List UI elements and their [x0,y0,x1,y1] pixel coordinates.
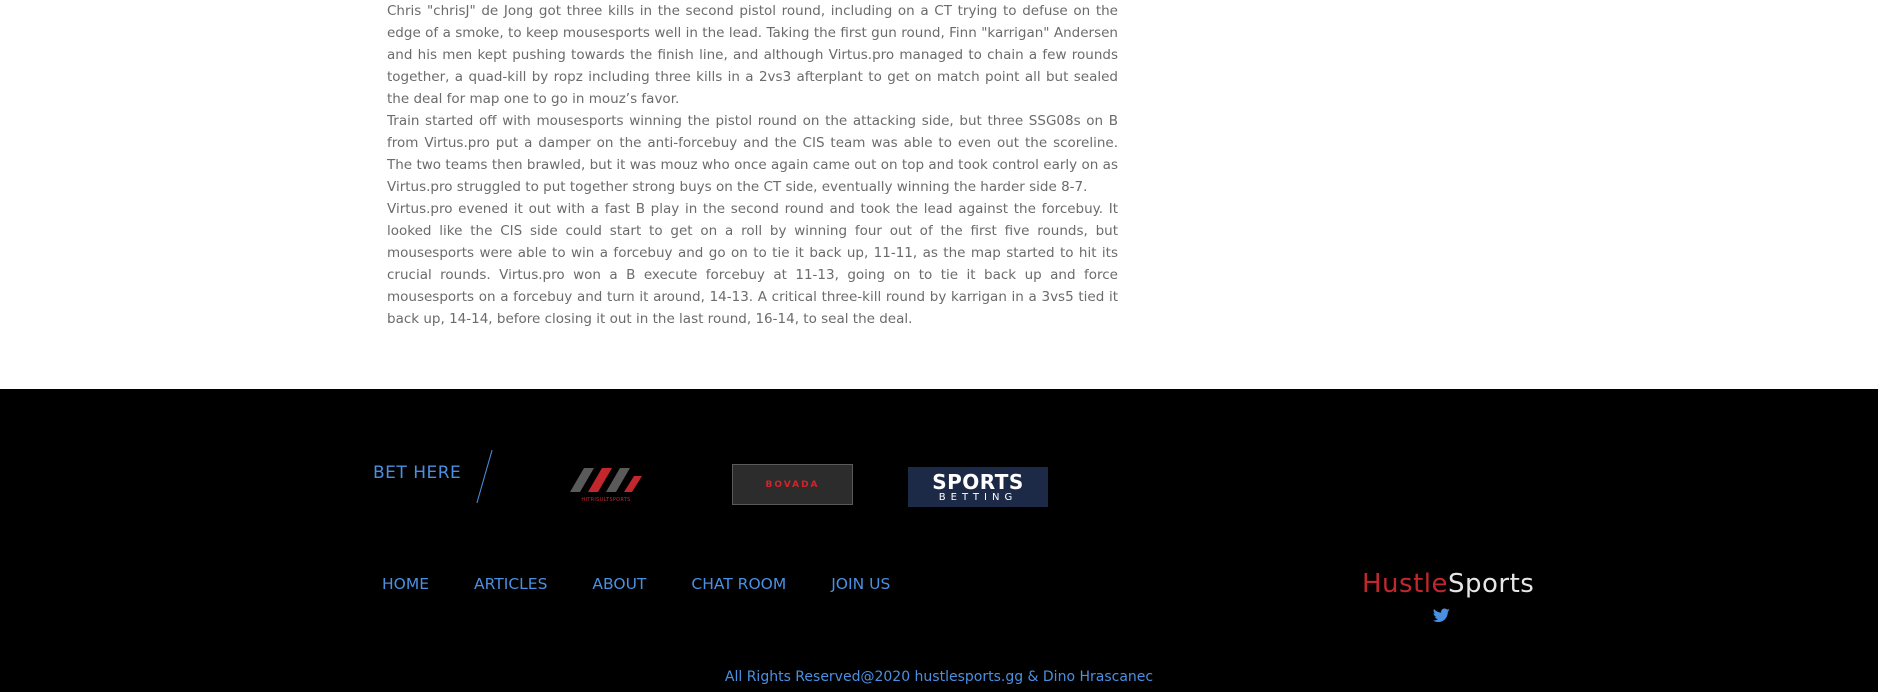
nav-articles[interactable]: ARTICLES [474,575,547,593]
sportsbetting-logo-top: SPORTS [932,469,1024,494]
bovada-logo-text: BOVADA [765,479,820,490]
bet-divider [476,449,493,504]
nav-chat-room[interactable]: CHAT ROOM [691,575,786,593]
hitrisult-logo-text: HITRISULTSPORTS [581,496,631,503]
article-body: Chris "chrisJ" de Jong got three kills i… [387,0,1118,330]
sponsor-logo-bovada[interactable]: BOVADA [732,464,853,505]
nav-join-us[interactable]: JOIN US [831,575,890,593]
brand-sports: Sports [1448,569,1535,599]
article-paragraph-1: Chris "chrisJ" de Jong got three kills i… [387,3,1118,107]
brand-logo[interactable]: HustleSports [1362,569,1534,599]
footer-nav: HOME ARTICLES ABOUT CHAT ROOM JOIN US [382,575,890,593]
nav-home[interactable]: HOME [382,575,429,593]
sponsor-logo-sportsbetting[interactable]: SPORTS BETTING [908,467,1048,507]
twitter-icon[interactable] [1433,608,1450,623]
sportsbetting-logo-bottom: BETTING [938,491,1018,503]
bet-here-label: BET HERE [373,463,462,483]
site-footer: BET HERE HITRISULTSPORTS BOVADA SPORTS B… [0,389,1878,692]
article-paragraph-3: Virtus.pro evened it out with a fast B p… [387,201,1118,327]
nav-about[interactable]: ABOUT [592,575,646,593]
sponsor-logo-hitrisult[interactable]: HITRISULTSPORTS [566,461,646,505]
brand-hustle: Hustle [1362,569,1448,599]
copyright-text: All Rights Reserved@2020 hustlesports.gg… [724,669,1154,685]
article-paragraph-2: Train started off with mousesports winni… [387,113,1118,195]
hitrisult-logo-icon [570,467,642,492]
